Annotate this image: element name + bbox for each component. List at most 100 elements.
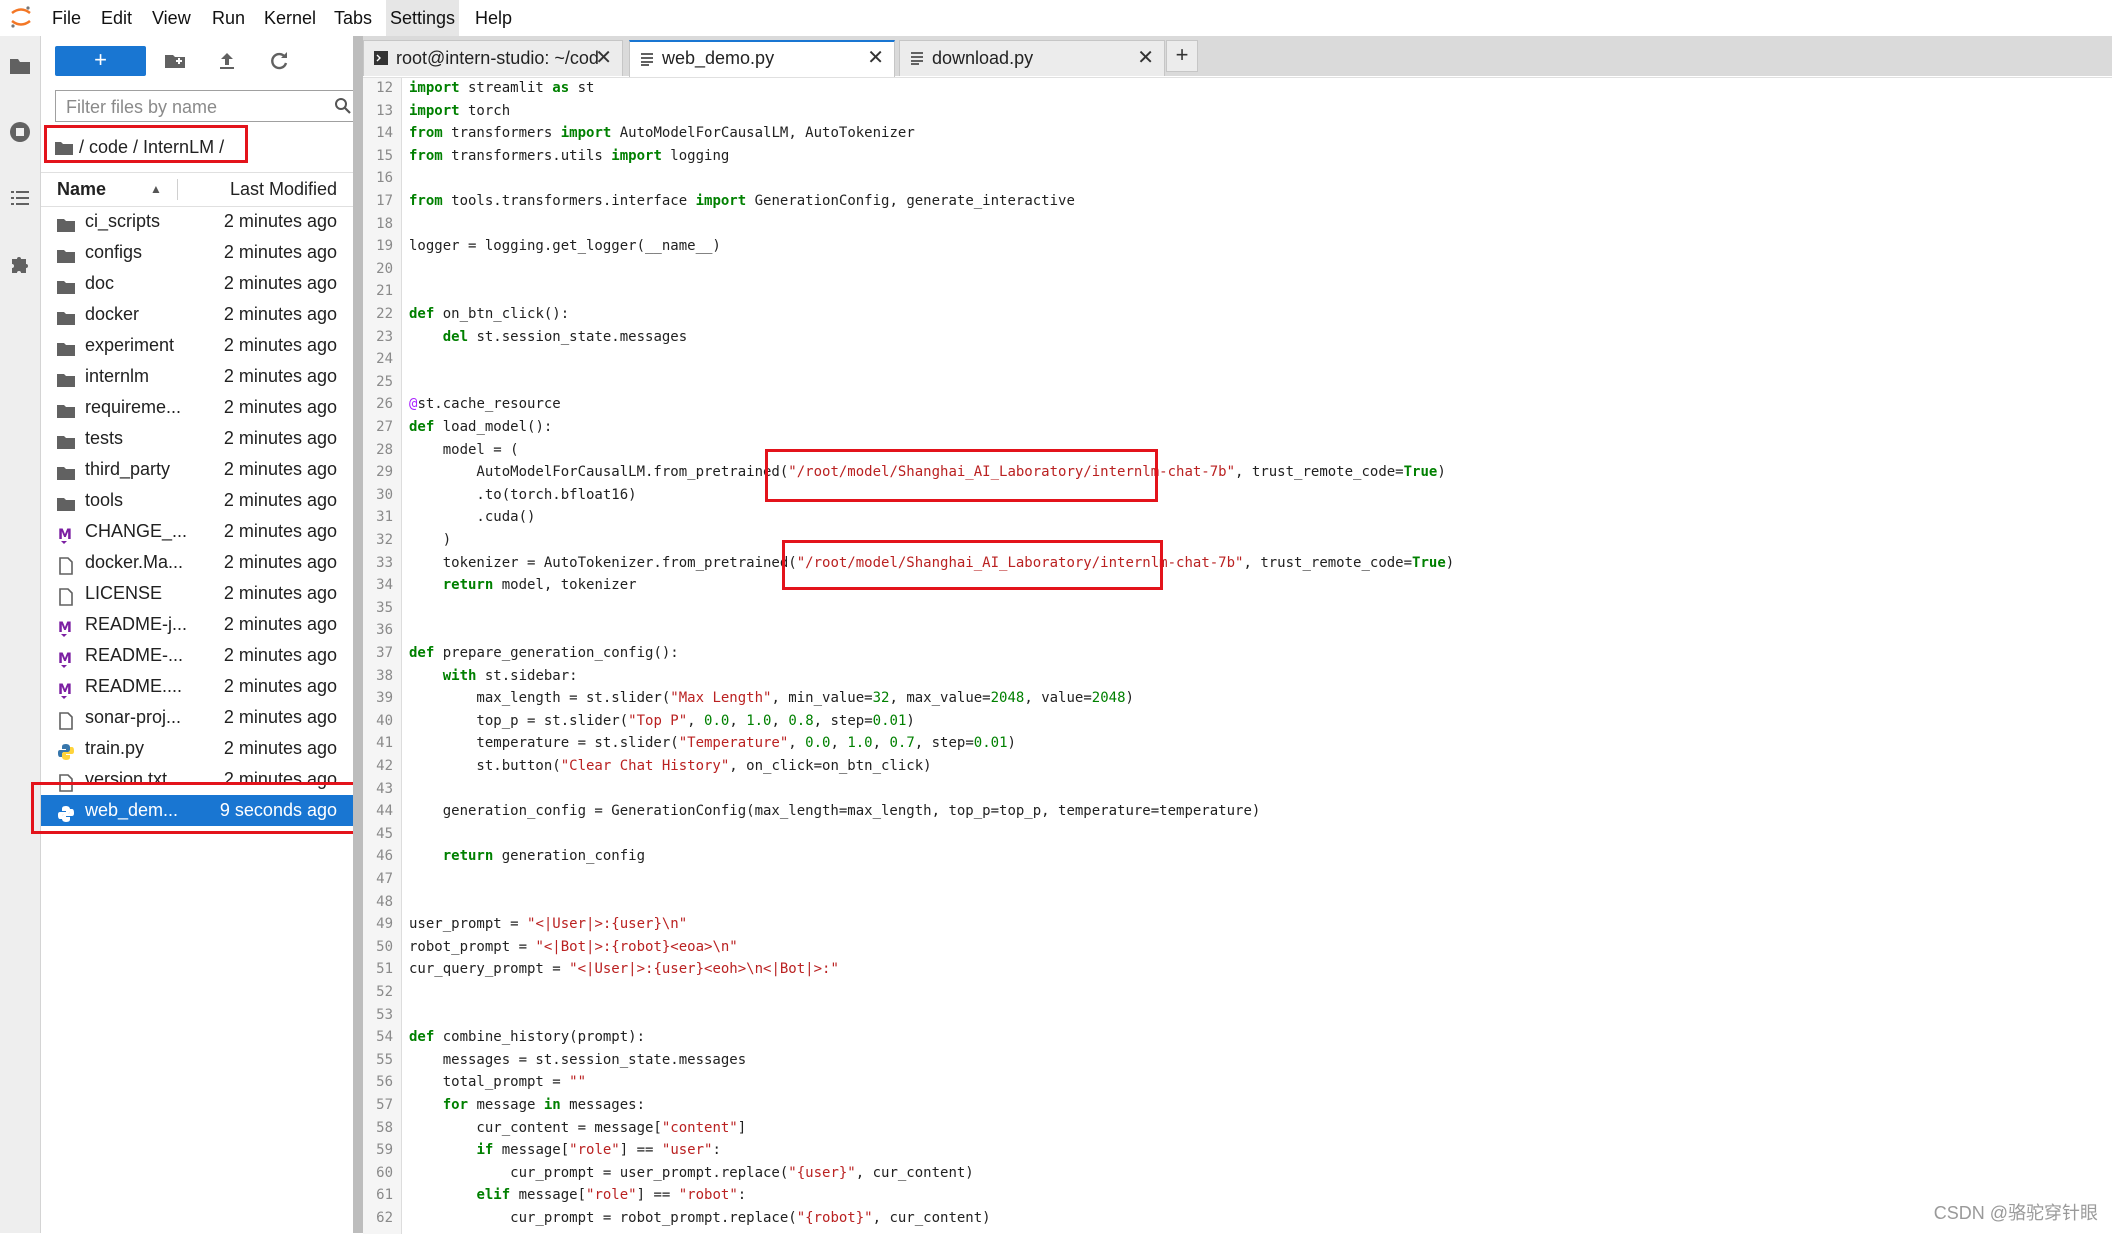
file-row[interactable]: M CHANGE_... 2 minutes ago — [41, 516, 353, 547]
file-row[interactable]: doc 2 minutes ago — [41, 268, 353, 299]
code-line[interactable]: with st.sidebar: — [409, 668, 578, 684]
code-line[interactable]: max_length = st.slider("Max Length", min… — [409, 690, 1134, 706]
file-row[interactable]: third_party 2 minutes ago — [41, 454, 353, 485]
code-line[interactable]: cur_prompt = robot_prompt.replace("{robo… — [409, 1210, 990, 1226]
code-line[interactable]: cur_prompt = user_prompt.replace("{user}… — [409, 1165, 974, 1181]
code-line[interactable]: robot_prompt = "<|Bot|>:{robot}<eoa>\n" — [409, 939, 738, 955]
code-line[interactable]: .to(torch.bfloat16) — [409, 487, 636, 503]
watermark: CSDN @骆驼穿针眼 — [1933, 1203, 2098, 1223]
close-icon[interactable]: ✕ — [867, 42, 884, 74]
code-line[interactable]: def load_model(): — [409, 419, 552, 435]
tab-download[interactable]: download.py ✕ — [899, 40, 1165, 76]
extensions-puzzle-icon[interactable] — [8, 252, 32, 276]
file-row[interactable]: M README-... 2 minutes ago — [41, 640, 353, 671]
add-tab-button[interactable]: + — [1166, 40, 1198, 72]
code-line[interactable]: cur_query_prompt = "<|User|>:{user}<eoh>… — [409, 961, 839, 977]
breadcrumb-path[interactable]: / code / InternLM / — [79, 137, 224, 157]
menu-help[interactable]: Help — [471, 0, 516, 36]
code-line[interactable]: AutoModelForCausalLM.from_pretrained("/r… — [409, 464, 1445, 480]
file-name: web_dem... — [85, 800, 179, 820]
menu-kernel[interactable]: Kernel — [260, 0, 320, 36]
code-line[interactable]: def on_btn_click(): — [409, 306, 569, 322]
menu-view[interactable]: View — [148, 0, 195, 36]
new-launcher-button[interactable]: + — [55, 46, 146, 76]
file-row[interactable]: requireme... 2 minutes ago — [41, 392, 353, 423]
file-row[interactable]: tools 2 minutes ago — [41, 485, 353, 516]
code-line[interactable]: total_prompt = "" — [409, 1074, 586, 1090]
line-number: 14 — [376, 125, 393, 142]
code-line[interactable]: cur_content = message["content"] — [409, 1120, 746, 1136]
code-line[interactable]: if message["role"] == "user": — [409, 1142, 720, 1158]
code-line[interactable]: from transformers.utils import logging — [409, 148, 729, 164]
code-line[interactable]: @st.cache_resource — [409, 396, 561, 412]
column-header-name[interactable]: Name — [57, 173, 106, 206]
line-number-gutter: 12 13 14 15 16 17 18 19 20 21 22 23 24 25 26 27 28 29 30 31… — [363, 78, 402, 1234]
line-number: 46 — [376, 848, 393, 865]
code-line[interactable]: import streamlit as st — [409, 80, 594, 96]
close-icon[interactable]: ✕ — [595, 41, 612, 75]
code-line[interactable]: return generation_config — [409, 848, 645, 864]
file-row[interactable]: LICENSE 2 minutes ago — [41, 578, 353, 609]
menu-file[interactable]: File — [48, 0, 85, 36]
running-kernels-icon[interactable] — [8, 120, 32, 144]
file-row[interactable]: sonar-proj... 2 minutes ago — [41, 702, 353, 733]
file-icon — [57, 554, 75, 575]
code-line[interactable]: model = ( — [409, 442, 519, 458]
menu-edit[interactable]: Edit — [97, 0, 136, 36]
menu-run[interactable]: Run — [208, 0, 249, 36]
menu-tabs[interactable]: Tabs — [330, 0, 376, 36]
code-line[interactable]: def prepare_generation_config(): — [409, 645, 679, 661]
folder-icon[interactable] — [8, 54, 32, 78]
code-line[interactable]: ) — [409, 532, 451, 548]
code-line[interactable]: import torch — [409, 103, 510, 119]
new-folder-icon[interactable] — [163, 49, 187, 73]
menu-settings[interactable]: Settings — [386, 0, 460, 36]
column-header-last-modified[interactable]: Last Modified — [230, 173, 337, 206]
code-line[interactable]: st.button("Clear Chat History", on_click… — [409, 758, 931, 774]
code-line[interactable]: .cuda() — [409, 509, 535, 525]
sort-ascending-icon[interactable]: ▲ — [150, 173, 162, 206]
file-row[interactable]: docker.Ma... 2 minutes ago — [41, 547, 353, 578]
line-number: 59 — [376, 1142, 393, 1159]
file-name: LICENSE — [85, 583, 163, 603]
file-row[interactable]: docker 2 minutes ago — [41, 299, 353, 330]
file-row[interactable]: tests 2 minutes ago — [41, 423, 353, 454]
line-number: 37 — [376, 645, 393, 661]
code-line[interactable]: return model, tokenizer — [409, 577, 637, 593]
file-row[interactable]: ci_scripts 2 minutes ago — [41, 206, 353, 237]
upload-icon[interactable] — [215, 49, 239, 73]
code-line[interactable]: logger = logging.get_logger(__name__) — [409, 238, 721, 254]
line-number: 27 — [376, 419, 393, 435]
breadcrumb[interactable]: / code / InternLM / — [55, 132, 224, 162]
file-row[interactable]: internlm 2 minutes ago — [41, 361, 353, 392]
code-editor[interactable]: 12 13 14 15 16 17 18 19 20 21 22 23 24 25 26 27 28 29 30 31… — [363, 77, 2112, 1234]
file-row[interactable]: experiment 2 minutes ago — [41, 330, 353, 361]
filter-files-input[interactable] — [64, 94, 318, 120]
code-line[interactable]: def combine_history(prompt): — [409, 1029, 645, 1045]
code-line[interactable]: for message in messages: — [409, 1097, 645, 1113]
file-row[interactable]: version.txt 2 minutes ago — [41, 764, 353, 795]
table-of-contents-icon[interactable] — [8, 186, 32, 210]
file-row[interactable]: M README-j... 2 minutes ago — [41, 609, 353, 640]
code-line[interactable]: del st.session_state.messages — [409, 329, 687, 345]
code-line[interactable]: user_prompt = "<|User|>:{user}\n" — [409, 916, 687, 932]
file-row[interactable]: train.py 2 minutes ago — [41, 733, 353, 764]
line-number: 47 — [376, 871, 393, 887]
code-line[interactable]: temperature = st.slider("Temperature", 0… — [409, 735, 1016, 751]
code-line[interactable]: top_p = st.slider("Top P", 0.0, 1.0, 0.8… — [409, 713, 914, 729]
panel-splitter[interactable] — [353, 36, 363, 1233]
tab-terminal[interactable]: root@intern-studio: ~/cod ✕ — [363, 40, 623, 76]
refresh-icon[interactable] — [267, 49, 291, 73]
tab-web-demo[interactable]: web_demo.py ✕ — [629, 40, 895, 77]
file-row[interactable]: web_dem... 9 seconds ago — [41, 795, 353, 826]
close-icon[interactable]: ✕ — [1137, 41, 1154, 75]
code-line[interactable]: tokenizer = AutoTokenizer.from_pretraine… — [409, 555, 1455, 571]
code-line[interactable]: messages = st.session_state.messages — [409, 1052, 746, 1068]
code-line[interactable]: from transformers import AutoModelForCau… — [409, 125, 915, 141]
file-row[interactable]: M README.... 2 minutes ago — [41, 671, 353, 702]
file-row[interactable]: configs 2 minutes ago — [41, 237, 353, 268]
code-line[interactable]: generation_config = GenerationConfig(max… — [409, 803, 1261, 819]
code-line[interactable]: elif message["role"] == "robot": — [409, 1187, 746, 1203]
code-line[interactable]: from tools.transformers.interface import… — [409, 193, 1075, 209]
line-number: 20 — [376, 260, 393, 277]
